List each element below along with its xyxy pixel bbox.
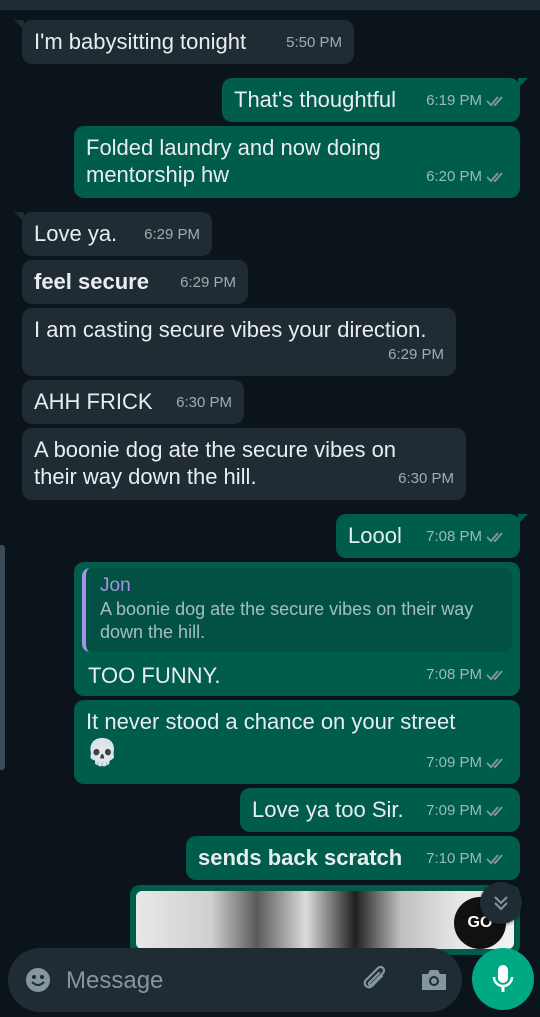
message-time: 6:29 PM: [144, 226, 200, 243]
message-time: 7:10 PM: [426, 845, 508, 872]
quote-author: Jon: [100, 575, 131, 596]
message-time: 6:19 PM: [426, 87, 508, 114]
message-time: 6:20 PM: [426, 163, 508, 190]
message-time: 6:29 PM: [388, 346, 444, 363]
outgoing-reply-message[interactable]: Jon A boonie dog ate the secure vibes on…: [74, 562, 520, 696]
message-composer: [8, 948, 462, 1012]
message-input[interactable]: [64, 960, 348, 1002]
message-text: A boonie dog ate the secure vibes on the…: [34, 437, 397, 489]
incoming-message[interactable]: A boonie dog ate the secure vibes on the…: [22, 428, 466, 500]
message-time: 7:09 PM: [426, 749, 508, 776]
message-text: feel secure: [34, 269, 149, 294]
message-time: 7:08 PM: [426, 523, 508, 550]
double-check-icon: [486, 805, 503, 816]
message-time: 6:30 PM: [398, 470, 454, 487]
emoji-icon[interactable]: [24, 966, 52, 994]
message-text: TOO FUNNY.: [88, 663, 221, 688]
message-text: sends back scratch: [198, 845, 403, 870]
double-check-icon: [486, 757, 503, 768]
outgoing-message[interactable]: That's thoughtful 6:19 PM: [222, 78, 528, 122]
message-time: 6:30 PM: [176, 394, 232, 411]
message-text: That's thoughtful: [234, 87, 396, 112]
scroll-to-bottom-button[interactable]: [480, 882, 522, 924]
paperclip-icon[interactable]: [360, 964, 392, 996]
outgoing-image-message[interactable]: GO: [130, 885, 520, 955]
message-text: It never stood a chance on your street: [86, 709, 456, 734]
message-text: I'm babysitting tonight: [34, 29, 247, 54]
message-text: AHH FRICK: [34, 389, 153, 414]
message-text: Loool: [348, 523, 402, 548]
double-check-icon: [486, 531, 503, 542]
incoming-message[interactable]: AHH FRICK 6:30 PM: [22, 380, 244, 424]
quote-text: A boonie dog ate the secure vibes on the…: [100, 599, 474, 642]
message-time: 6:29 PM: [180, 274, 236, 291]
message-text: Folded laundry and now doing mentorship …: [86, 135, 381, 187]
double-chevron-down-icon: [494, 896, 508, 911]
double-check-icon: [486, 853, 503, 864]
message-time: 7:09 PM: [426, 797, 508, 824]
camera-icon[interactable]: [418, 964, 450, 996]
incoming-message[interactable]: I'm babysitting tonight 5:50 PM: [14, 20, 354, 64]
incoming-message[interactable]: I am casting secure vibes your direction…: [22, 308, 456, 376]
voice-record-button[interactable]: [472, 948, 534, 1010]
double-check-icon: [486, 95, 503, 106]
outgoing-message[interactable]: It never stood a chance on your street 💀…: [74, 700, 520, 784]
outgoing-message[interactable]: Folded laundry and now doing mentorship …: [74, 126, 520, 198]
double-check-icon: [486, 669, 503, 680]
quoted-message[interactable]: Jon A boonie dog ate the secure vibes on…: [82, 568, 512, 652]
message-text: Love ya too Sir.: [252, 797, 404, 822]
message-time: 5:50 PM: [286, 34, 342, 51]
chat-area[interactable]: I'm babysitting tonight 5:50 PM That's t…: [0, 10, 540, 940]
top-bar-edge: [0, 0, 540, 10]
outgoing-message[interactable]: sends back scratch 7:10 PM: [186, 836, 520, 880]
photo-thumbnail[interactable]: GO: [136, 891, 514, 949]
incoming-message[interactable]: Love ya. 6:29 PM: [14, 212, 212, 256]
message-text: Love ya.: [34, 221, 118, 246]
message-time: 7:08 PM: [426, 661, 508, 688]
outgoing-message[interactable]: Love ya too Sir. 7:09 PM: [240, 788, 520, 832]
incoming-message[interactable]: feel secure 6:29 PM: [22, 260, 248, 304]
outgoing-message[interactable]: Loool 7:08 PM: [336, 514, 528, 558]
mic-icon: [492, 965, 514, 992]
double-check-icon: [486, 171, 503, 182]
message-text: I am casting secure vibes your direction…: [34, 317, 427, 342]
